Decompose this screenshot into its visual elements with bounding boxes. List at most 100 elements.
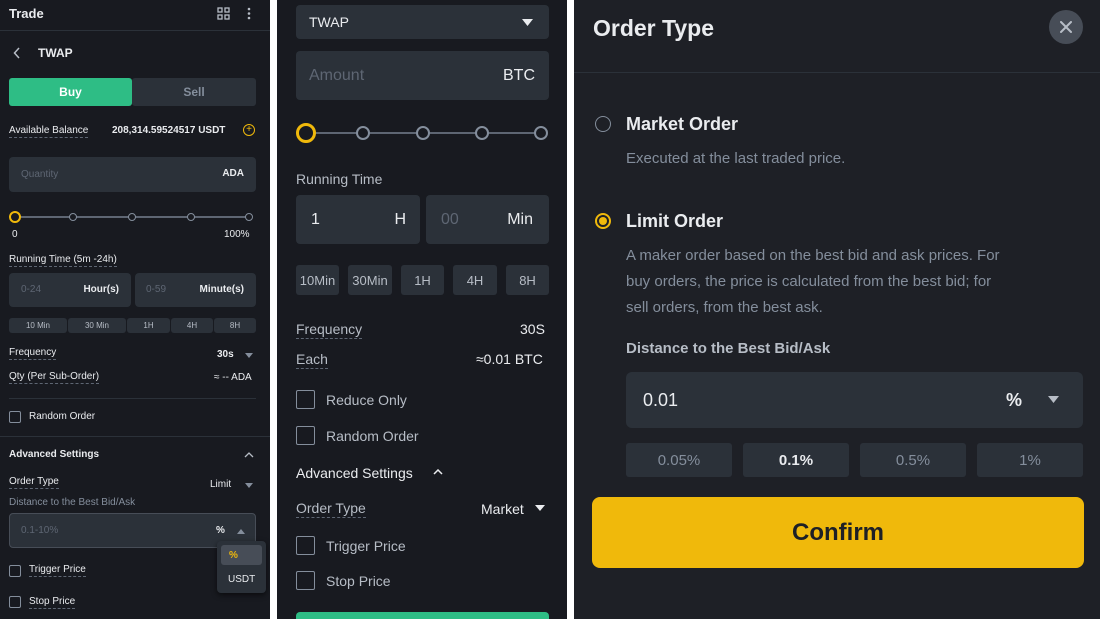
preset-4h[interactable]: 4H bbox=[453, 265, 497, 295]
trigger-price-label: Trigger Price bbox=[326, 538, 406, 554]
available-balance-label: Available Balance bbox=[9, 125, 89, 138]
preset-8h[interactable]: 8H bbox=[506, 265, 549, 295]
preset-1h[interactable]: 1H bbox=[127, 318, 170, 333]
preset-10min[interactable]: 10Min bbox=[296, 265, 339, 295]
qty-per-sub-order-label: Qty (Per Sub-Order) bbox=[9, 371, 100, 384]
limit-order-label[interactable]: Limit Order bbox=[626, 211, 723, 232]
panel-title: Trade bbox=[9, 6, 44, 21]
market-order-label[interactable]: Market Order bbox=[626, 114, 738, 135]
order-type-label: Order Type bbox=[296, 500, 366, 518]
distance-input[interactable]: 0.01 % bbox=[626, 372, 1083, 428]
random-order-checkbox[interactable] bbox=[9, 411, 21, 423]
distance-label: Distance to the Best Bid/Ask bbox=[626, 340, 831, 357]
sell-tab[interactable]: Sell bbox=[132, 78, 256, 106]
amount-input[interactable]: Amount BTC bbox=[296, 51, 549, 100]
dropdown-option-percent[interactable]: % bbox=[221, 545, 262, 565]
minutes-input[interactable]: 0-59 Minute(s) bbox=[135, 273, 256, 307]
reduce-only-label: Reduce Only bbox=[326, 392, 407, 408]
dropdown-option-usdt[interactable]: USDT bbox=[221, 570, 262, 588]
stop-price-checkbox[interactable] bbox=[9, 596, 21, 608]
minutes-placeholder: 0-59 bbox=[146, 284, 167, 295]
caret-down-icon[interactable] bbox=[244, 481, 254, 489]
stop-price-label: Stop Price bbox=[29, 596, 76, 609]
distance-unit[interactable]: % bbox=[216, 525, 225, 536]
more-vertical-icon[interactable] bbox=[242, 5, 256, 21]
preset-10-min[interactable]: 10 Min bbox=[9, 318, 67, 333]
distance-preset-1[interactable]: 1% bbox=[977, 443, 1083, 477]
grid-icon[interactable] bbox=[215, 5, 231, 21]
caret-down-icon[interactable] bbox=[534, 504, 545, 512]
minutes-input[interactable]: 00 Min bbox=[426, 195, 549, 244]
minutes-unit: Min bbox=[507, 211, 533, 228]
slider-step-75[interactable] bbox=[475, 126, 489, 140]
strategy-title: TWAP bbox=[38, 46, 73, 60]
caret-down-icon[interactable] bbox=[244, 351, 254, 359]
slider-step-100[interactable] bbox=[534, 126, 548, 140]
frequency-value[interactable]: 30s bbox=[217, 349, 234, 360]
buy-tab[interactable]: Buy bbox=[9, 78, 132, 106]
advanced-settings-label[interactable]: Advanced Settings bbox=[296, 465, 413, 481]
chevron-left-icon[interactable] bbox=[10, 46, 24, 60]
slider-step-100[interactable] bbox=[245, 213, 253, 221]
distance-placeholder: 0.1-10% bbox=[21, 525, 59, 536]
advanced-settings-label[interactable]: Advanced Settings bbox=[9, 449, 99, 460]
order-type-value[interactable]: Limit bbox=[210, 479, 231, 490]
preset-30-min[interactable]: 30 Min bbox=[68, 318, 126, 333]
random-order-checkbox[interactable] bbox=[296, 426, 315, 445]
hours-value: 1 bbox=[311, 211, 320, 228]
random-order-label: Random Order bbox=[326, 428, 419, 444]
distance-preset-0-1-selected[interactable]: 0.1% bbox=[743, 443, 849, 477]
slider-step-25[interactable] bbox=[356, 126, 370, 140]
chevron-up-icon[interactable] bbox=[432, 467, 444, 477]
reduce-only-checkbox[interactable] bbox=[296, 390, 315, 409]
preset-8h[interactable]: 8H bbox=[214, 318, 256, 333]
trade-panel-web: Trade TWAP Buy Sell Available Balance 20… bbox=[0, 0, 270, 619]
minutes-unit: Minute(s) bbox=[199, 284, 244, 295]
divider bbox=[0, 436, 270, 437]
caret-down-icon[interactable] bbox=[1047, 395, 1059, 404]
quantity-placeholder: Quantity bbox=[21, 169, 59, 180]
slider-handle[interactable] bbox=[296, 123, 316, 143]
slider-step-50[interactable] bbox=[128, 213, 136, 221]
distance-preset-0-5[interactable]: 0.5% bbox=[860, 443, 966, 477]
caret-up-icon[interactable] bbox=[236, 527, 246, 535]
trigger-price-checkbox[interactable] bbox=[9, 565, 21, 577]
stop-price-checkbox[interactable] bbox=[296, 571, 315, 590]
slider-step-50[interactable] bbox=[416, 126, 430, 140]
submit-button[interactable] bbox=[296, 612, 549, 619]
stop-price-label: Stop Price bbox=[326, 573, 391, 589]
unit-dropdown-menu: % USDT bbox=[217, 541, 266, 593]
slider-handle[interactable] bbox=[9, 211, 21, 223]
quantity-input[interactable]: Quantity ADA bbox=[9, 157, 256, 192]
frequency-value[interactable]: 30S bbox=[520, 321, 545, 337]
distance-label: Distance to the Best Bid/Ask bbox=[9, 497, 136, 508]
preset-1h[interactable]: 1H bbox=[401, 265, 444, 295]
close-icon[interactable] bbox=[1049, 10, 1083, 44]
preset-4h[interactable]: 4H bbox=[171, 318, 213, 333]
each-label: Each bbox=[296, 351, 328, 369]
slider-step-75[interactable] bbox=[187, 213, 195, 221]
distance-unit[interactable]: % bbox=[1006, 390, 1022, 411]
amount-placeholder: Amount bbox=[309, 67, 365, 84]
hours-input[interactable]: 1 H bbox=[296, 195, 420, 244]
preset-30min[interactable]: 30Min bbox=[348, 265, 392, 295]
trade-panel-mobile: TWAP Amount BTC Running Time 1 H 00 Min … bbox=[277, 0, 567, 619]
add-funds-icon[interactable]: + bbox=[243, 124, 255, 136]
confirm-button[interactable]: Confirm bbox=[592, 497, 1084, 568]
running-time-label: Running Time bbox=[296, 171, 383, 187]
frequency-label: Frequency bbox=[296, 321, 363, 339]
caret-down-icon[interactable] bbox=[521, 18, 533, 26]
limit-order-radio[interactable] bbox=[595, 213, 611, 229]
strategy-select[interactable]: TWAP bbox=[296, 5, 549, 39]
trigger-price-checkbox[interactable] bbox=[296, 536, 315, 555]
order-type-value[interactable]: Market bbox=[481, 501, 524, 517]
chevron-up-icon[interactable] bbox=[243, 450, 255, 460]
hours-input[interactable]: 0-24 Hour(s) bbox=[9, 273, 131, 307]
market-order-radio[interactable] bbox=[595, 116, 611, 132]
header-divider bbox=[0, 30, 270, 31]
limit-order-description-line-2: buy orders, the price is calculated from… bbox=[626, 273, 992, 290]
running-time-label: Running Time (5m -24h) bbox=[9, 254, 117, 267]
random-order-label: Random Order bbox=[29, 411, 96, 422]
distance-preset-0-05[interactable]: 0.05% bbox=[626, 443, 732, 477]
slider-step-25[interactable] bbox=[69, 213, 77, 221]
